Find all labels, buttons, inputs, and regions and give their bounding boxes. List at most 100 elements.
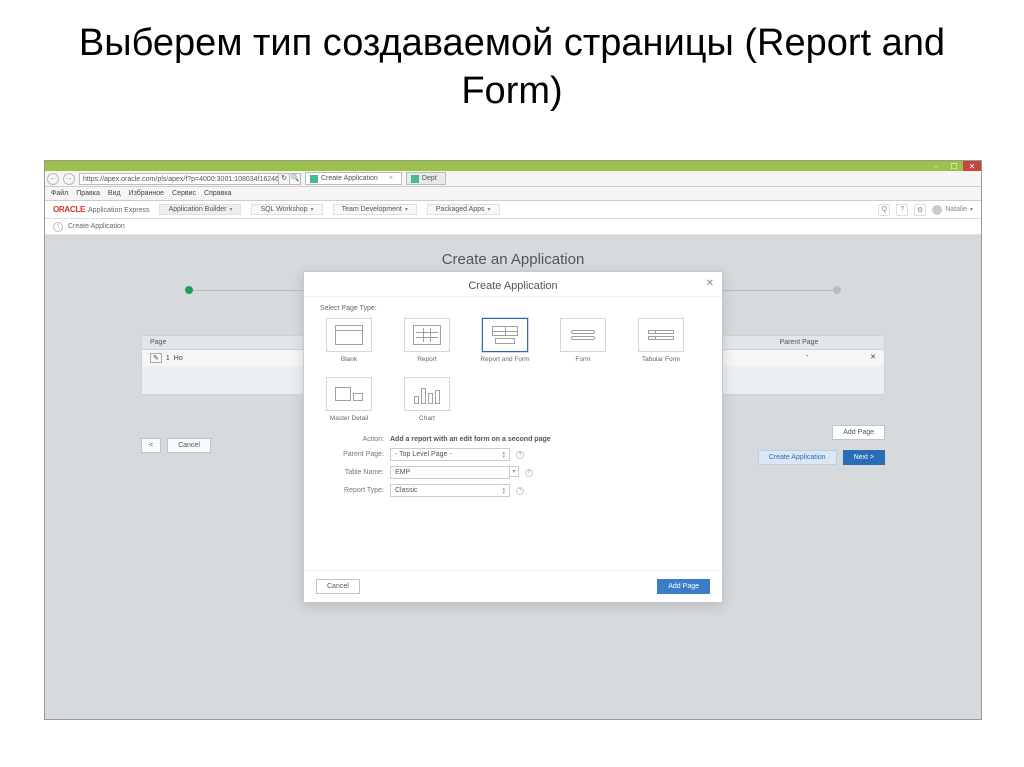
parent-page-label: Parent Page:	[320, 451, 384, 458]
type-label: Chart	[398, 415, 456, 422]
nav-label: Application Builder	[168, 206, 226, 213]
nav-app-builder[interactable]: Application Builder▾	[159, 204, 241, 215]
create-application-button[interactable]: Create Application	[758, 450, 837, 465]
type-tabular-form[interactable]: Tabular Form	[632, 318, 690, 363]
breadcrumb: ↑ Create Application	[45, 219, 981, 235]
parent-page-select[interactable]: - Top Level Page - ▴▾	[390, 448, 510, 461]
modal-header: Create Application ✕	[304, 272, 722, 297]
brand: ORACLE Application Express	[53, 205, 149, 214]
close-icon[interactable]: ✕	[706, 278, 714, 289]
table-name-label: Table Name:	[320, 469, 384, 476]
chevron-down-icon: ▾	[488, 206, 491, 213]
browser-tab-active[interactable]: Create Application ×	[305, 172, 402, 185]
type-label: Master Detail	[320, 415, 378, 422]
spinner-icon: ▴▾	[502, 487, 505, 495]
oracle-logo: ORACLE	[53, 205, 85, 214]
modal-title: Create Application	[468, 280, 557, 292]
user-avatar-icon[interactable]: Natalie ▾	[932, 205, 973, 215]
menu-item[interactable]: Избранное	[129, 190, 164, 197]
menu-item[interactable]: Сервис	[172, 190, 196, 197]
add-page-button-bg[interactable]: Add Page	[832, 425, 885, 440]
step-dot-done-icon	[185, 286, 193, 294]
modal-cancel-button[interactable]: Cancel	[316, 579, 360, 594]
forward-arrow-icon[interactable]: →	[63, 173, 75, 185]
type-label: Report and Form	[476, 356, 534, 363]
form-icon	[571, 330, 595, 340]
url-input[interactable]: https://apex.oracle.com/pls/apex/f?p=400…	[79, 173, 279, 185]
help-icon[interactable]: ?	[516, 487, 524, 495]
nav-sql-workshop[interactable]: SQL Workshop▾	[251, 204, 322, 215]
col-page: Page	[142, 336, 222, 349]
lookup-icon[interactable]: ▾	[509, 466, 519, 477]
cancel-button[interactable]: Cancel	[167, 438, 211, 453]
nav-team-dev[interactable]: Team Development▾	[333, 204, 417, 215]
modal-footer: Cancel Add Page	[304, 570, 722, 602]
report-form-icon	[492, 326, 518, 344]
address-bar-row: ← → https://apex.oracle.com/pls/apex/f?p…	[45, 171, 981, 187]
nav-label: SQL Workshop	[260, 206, 307, 213]
search-icon[interactable]: Q	[878, 204, 890, 216]
type-report[interactable]: Report	[398, 318, 456, 363]
minimize-button[interactable]: –	[927, 161, 945, 171]
nav-label: Packaged Apps	[436, 206, 485, 213]
menu-item[interactable]: Вид	[108, 190, 121, 197]
app-screenshot: – ☐ ✕ ← → https://apex.oracle.com/pls/ap…	[44, 160, 982, 720]
page-type-label: Select Page Type:	[320, 305, 706, 312]
chevron-down-icon: ▾	[405, 206, 408, 213]
tab-label: Create Application	[321, 173, 378, 184]
type-label: Tabular Form	[632, 356, 690, 363]
next-button[interactable]: Next >	[843, 450, 885, 465]
type-label: Form	[554, 356, 612, 363]
report-type-select[interactable]: Classic ▴▾	[390, 484, 510, 497]
help-icon[interactable]: ?	[896, 204, 908, 216]
menu-item[interactable]: Справка	[204, 190, 231, 197]
menu-item[interactable]: Файл	[51, 190, 68, 197]
tab-close-icon[interactable]: ×	[389, 173, 393, 184]
menu-item[interactable]: Правка	[76, 190, 100, 197]
up-arrow-icon[interactable]: ↑	[53, 222, 63, 232]
browser-menu: Файл Правка Вид Избранное Сервис Справка	[45, 187, 981, 201]
select-value: - Top Level Page -	[395, 451, 452, 458]
edit-icon[interactable]: ✎	[150, 353, 162, 363]
tab-favicon-icon	[411, 175, 419, 183]
slide-title: Выберем тип создаваемой страницы (Report…	[0, 0, 1024, 125]
row-name: Ho	[174, 355, 183, 362]
username: Natalie	[945, 206, 967, 213]
wizard-body: Create an Application Page Parent Page ✎…	[45, 235, 981, 719]
back-button[interactable]: <	[141, 438, 161, 453]
maximize-button[interactable]: ☐	[945, 161, 963, 171]
help-icon[interactable]: ?	[516, 451, 524, 459]
modal-add-page-button[interactable]: Add Page	[657, 579, 710, 594]
close-button[interactable]: ✕	[963, 161, 981, 171]
table-name-input[interactable]	[390, 466, 510, 479]
type-blank[interactable]: Blank	[320, 318, 378, 363]
master-detail-icon	[335, 387, 363, 401]
action-label: Action:	[320, 436, 384, 443]
type-chart[interactable]: Chart	[398, 377, 456, 422]
delete-row-icon[interactable]: ✕	[862, 350, 884, 366]
gear-icon[interactable]: ⚙	[914, 204, 926, 216]
select-value: Classic	[395, 487, 418, 494]
action-value: Add a report with an edit form on a seco…	[390, 436, 551, 443]
window-titlebar	[45, 161, 981, 171]
header-right: Q ? ⚙ Natalie ▾	[878, 204, 973, 216]
tab-label: Dept	[422, 173, 437, 184]
type-label: Blank	[320, 356, 378, 363]
type-master-detail[interactable]: Master Detail	[320, 377, 378, 422]
report-icon	[413, 325, 441, 345]
type-form[interactable]: Form	[554, 318, 612, 363]
row-num: 1	[166, 355, 170, 362]
search-button[interactable]: 🔍	[289, 173, 301, 185]
col-parent: Parent Page	[744, 336, 854, 349]
nav-label: Team Development	[342, 206, 402, 213]
browser-tab-inactive[interactable]: Dept	[406, 172, 446, 185]
type-label: Report	[398, 356, 456, 363]
back-arrow-icon[interactable]: ←	[47, 173, 59, 185]
chart-icon	[414, 384, 440, 404]
step-dot-icon	[833, 286, 841, 294]
spinner-icon: ▴▾	[502, 451, 505, 459]
nav-packaged-apps[interactable]: Packaged Apps▾	[427, 204, 500, 215]
help-icon[interactable]: ?	[525, 469, 533, 477]
type-report-and-form[interactable]: Report and Form	[476, 318, 534, 363]
blank-icon	[335, 325, 363, 345]
